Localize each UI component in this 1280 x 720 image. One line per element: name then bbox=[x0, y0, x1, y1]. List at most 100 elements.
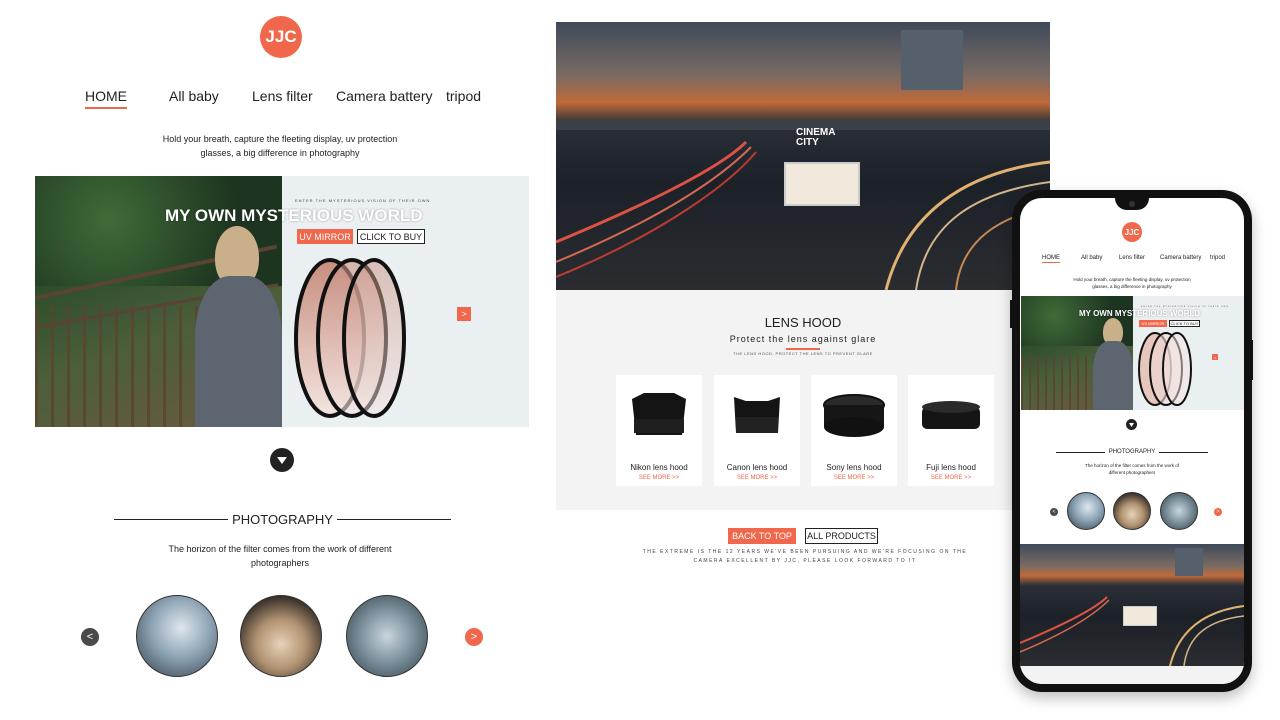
lens-hood-subtitle: Protect the lens against glare bbox=[729, 334, 877, 344]
chevron-right-icon: > bbox=[1216, 509, 1220, 515]
divider bbox=[1056, 451, 1105, 453]
main-nav: HOME All baby Lens filter Camera battery… bbox=[1020, 255, 1244, 265]
carousel-next-button[interactable]: > bbox=[465, 628, 483, 646]
chevron-left-icon: < bbox=[1052, 509, 1056, 515]
banner-kicker: ENTER THE MYSTERIOUS VISION OF THEIR OWN bbox=[295, 198, 431, 203]
city-night-hero-image bbox=[1020, 544, 1244, 666]
nav-camera-battery[interactable]: Camera battery bbox=[1160, 255, 1201, 261]
photo-woman-hat-image[interactable] bbox=[1113, 492, 1151, 530]
photography-heading: PHOTOGRAPHY bbox=[1056, 448, 1209, 456]
nav-home[interactable]: HOME bbox=[85, 88, 127, 109]
banner-title: MY OWN MYSTERIOUS WORLD bbox=[165, 206, 423, 225]
building-image bbox=[901, 30, 963, 90]
photography-subtitle: The horizon of the filter comes from the… bbox=[168, 544, 392, 569]
banner-next-button[interactable]: > bbox=[457, 307, 471, 321]
photo-climber-image[interactable] bbox=[1067, 492, 1105, 530]
product-name: Fuji lens hood bbox=[926, 463, 976, 472]
photography-subtitle: The horizon of the filter comes from the… bbox=[1084, 463, 1180, 476]
person-body-image bbox=[1093, 341, 1133, 410]
carousel-next-button[interactable]: > bbox=[1214, 508, 1222, 516]
chevron-left-icon: < bbox=[86, 631, 94, 643]
person-body-image bbox=[195, 276, 282, 427]
product-name: Sony lens hood bbox=[826, 463, 882, 472]
product-name: Canon lens hood bbox=[726, 463, 788, 472]
phone-footer-strip bbox=[1020, 666, 1244, 684]
fuji-lens-hood-image bbox=[922, 401, 980, 429]
chevron-right-icon: > bbox=[470, 631, 478, 643]
product-card-fuji[interactable]: Fuji lens hood SEE MORE >> bbox=[908, 375, 994, 486]
product-name: Nikon lens hood bbox=[630, 463, 688, 472]
banner-kicker: ENTER THE MYSTERIOUS VISION OF THEIR OWN bbox=[1141, 306, 1229, 308]
see-more-link[interactable]: SEE MORE >> bbox=[616, 475, 702, 481]
tagline: Hold your breath, capture the fleeting d… bbox=[1073, 277, 1191, 290]
jjc-logo[interactable]: JJC bbox=[260, 16, 302, 58]
back-to-top-button[interactable]: BACK TO TOP bbox=[728, 528, 796, 544]
uv-filter-rings-image bbox=[294, 258, 406, 418]
chevron-down-icon bbox=[1129, 422, 1134, 427]
divider bbox=[114, 518, 229, 520]
main-nav: HOME All baby Lens filter Camera battery… bbox=[0, 88, 530, 112]
click-to-buy-button[interactable]: CLICK TO BUY bbox=[1169, 320, 1200, 327]
carousel-prev-button[interactable]: < bbox=[1050, 508, 1058, 516]
photo-climber-image[interactable] bbox=[136, 595, 218, 677]
accent-underline bbox=[786, 348, 820, 350]
scroll-down-button[interactable] bbox=[1126, 419, 1137, 430]
all-products-button[interactable]: ALL PRODUCTS bbox=[805, 528, 878, 544]
sony-lens-hood-image bbox=[823, 394, 885, 437]
photography-heading: PHOTOGRAPHY bbox=[114, 510, 452, 528]
divider bbox=[1159, 451, 1209, 453]
lens-hood-title: LENS HOOD bbox=[764, 315, 842, 330]
photo-woman-hat-image[interactable] bbox=[240, 595, 322, 677]
photography-title: PHOTOGRAPHY bbox=[232, 511, 333, 527]
carousel-prev-button[interactable]: < bbox=[81, 628, 99, 646]
see-more-link[interactable]: SEE MORE >> bbox=[714, 475, 800, 481]
light-trails-image bbox=[1020, 596, 1244, 666]
photo-surfer-image[interactable] bbox=[1160, 492, 1198, 530]
nav-lens-filter[interactable]: Lens filter bbox=[1119, 255, 1145, 261]
nav-camera-battery[interactable]: Camera battery bbox=[336, 88, 432, 104]
chevron-right-icon: > bbox=[461, 309, 467, 319]
nikon-lens-hood-image bbox=[632, 393, 686, 435]
nav-tripod[interactable]: tripod bbox=[1210, 255, 1225, 261]
phone-notch bbox=[1115, 198, 1149, 210]
product-card-sony[interactable]: Sony lens hood SEE MORE >> bbox=[811, 375, 897, 486]
jjc-logo[interactable]: JJC bbox=[1122, 222, 1142, 242]
see-more-link[interactable]: SEE MORE >> bbox=[908, 475, 994, 481]
nav-all-baby[interactable]: All baby bbox=[169, 88, 219, 104]
nav-all-baby[interactable]: All baby bbox=[1081, 255, 1102, 261]
see-more-link[interactable]: SEE MORE >> bbox=[811, 475, 897, 481]
lens-hood-caption: THE LENS HOOD, PROTECT THE LENS TO PREVE… bbox=[733, 351, 873, 356]
nav-lens-filter[interactable]: Lens filter bbox=[252, 88, 313, 104]
billboard-image bbox=[1123, 606, 1157, 626]
phone-mockup: JJC HOME All baby Lens filter Camera bat… bbox=[1010, 190, 1253, 692]
uv-mirror-badge[interactable]: UV MIRROR bbox=[297, 229, 353, 244]
scroll-down-button[interactable] bbox=[270, 448, 294, 472]
chevron-down-icon bbox=[277, 456, 287, 464]
photo-surfer-image[interactable] bbox=[346, 595, 428, 677]
nav-tripod[interactable]: tripod bbox=[446, 88, 481, 104]
building-image bbox=[1175, 548, 1203, 576]
hero-banner[interactable]: ENTER THE MYSTERIOUS VISION OF THEIR OWN… bbox=[35, 176, 529, 427]
nav-home[interactable]: HOME bbox=[1042, 255, 1060, 263]
cinema-city-sign: CINEMA CITY bbox=[796, 127, 836, 148]
phone-screen: JJC HOME All baby Lens filter Camera bat… bbox=[1020, 198, 1244, 684]
photography-title: PHOTOGRAPHY bbox=[1108, 449, 1156, 455]
phone-volume-button bbox=[1010, 300, 1013, 328]
uv-filter-rings-image bbox=[1138, 332, 1192, 406]
phone-power-button bbox=[1250, 340, 1253, 380]
tagline: Hold your breath, capture the fleeting d… bbox=[162, 134, 398, 159]
chevron-right-icon: > bbox=[1213, 354, 1217, 360]
click-to-buy-button[interactable]: CLICK TO BUY bbox=[357, 229, 425, 244]
product-card-nikon[interactable]: Nikon lens hood SEE MORE >> bbox=[616, 375, 702, 486]
footer-text: THE EXTREME IS THE 12 YEARS WE'VE BEEN P… bbox=[642, 549, 968, 564]
product-card-canon[interactable]: Canon lens hood SEE MORE >> bbox=[714, 375, 800, 486]
billboard-image bbox=[784, 162, 860, 206]
uv-mirror-badge[interactable]: UV MIRROR bbox=[1139, 320, 1167, 327]
banner-title: MY OWN MYSTERIOUS WORLD bbox=[1079, 309, 1201, 318]
banner-next-button[interactable]: > bbox=[1212, 354, 1218, 360]
divider bbox=[336, 518, 452, 520]
canon-lens-hood-image bbox=[734, 397, 780, 433]
camera-icon bbox=[1129, 201, 1135, 207]
city-night-hero-image: CINEMA CITY bbox=[556, 22, 1050, 290]
hero-banner[interactable]: ENTER THE MYSTERIOUS VISION OF THEIR OWN… bbox=[1021, 296, 1244, 410]
